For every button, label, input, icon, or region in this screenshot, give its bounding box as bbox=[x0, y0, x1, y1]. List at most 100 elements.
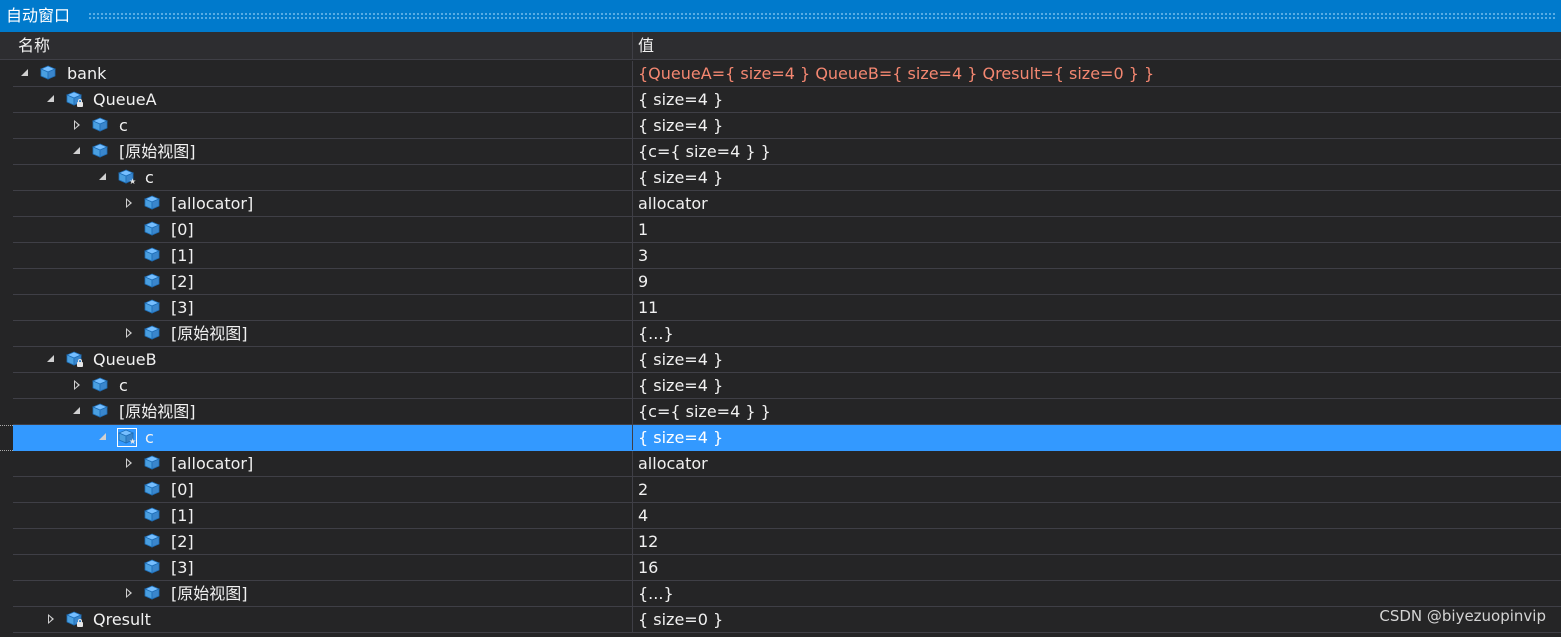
tree-row[interactable]: c { size=4 } bbox=[0, 113, 1561, 139]
row-gutter bbox=[0, 269, 13, 295]
expanded-arrow-icon[interactable] bbox=[72, 146, 82, 156]
tree-row[interactable]: [原始视图] {c={ size=4 } } bbox=[0, 139, 1561, 165]
name-cell[interactable]: [0] bbox=[13, 477, 632, 502]
expanded-arrow-icon[interactable] bbox=[46, 94, 56, 104]
value-cell[interactable]: {c={ size=4 } } bbox=[632, 399, 1561, 424]
expanded-arrow-icon[interactable] bbox=[98, 172, 108, 182]
tree-row[interactable]: [3] 16 bbox=[0, 555, 1561, 581]
collapsed-arrow-icon[interactable] bbox=[72, 380, 82, 390]
tree-row[interactable]: [allocator] allocator bbox=[0, 191, 1561, 217]
value-cell[interactable]: 4 bbox=[632, 503, 1561, 528]
value-cell[interactable]: 3 bbox=[632, 243, 1561, 268]
expanded-arrow-icon[interactable] bbox=[20, 68, 30, 78]
value-cell[interactable]: { size=4 } bbox=[632, 347, 1561, 372]
tree-row[interactable]: c { size=4 } bbox=[0, 373, 1561, 399]
value-cell[interactable]: 9 bbox=[632, 269, 1561, 294]
variable-name: c bbox=[119, 116, 128, 135]
collapsed-arrow-icon[interactable] bbox=[46, 614, 56, 624]
collapsed-arrow-icon[interactable] bbox=[124, 328, 134, 338]
name-cell[interactable]: c bbox=[13, 373, 632, 398]
value-cell[interactable]: allocator bbox=[632, 451, 1561, 476]
tree-row[interactable]: [2] 9 bbox=[0, 269, 1561, 295]
value-cell[interactable]: 1 bbox=[632, 217, 1561, 242]
autos-window-titlebar[interactable]: 自动窗口 bbox=[0, 0, 1561, 32]
variable-name: [1] bbox=[171, 246, 194, 265]
tree-row[interactable]: [allocator] allocator bbox=[0, 451, 1561, 477]
name-cell[interactable]: [原始视图] bbox=[13, 399, 632, 424]
value-cell[interactable]: {c={ size=4 } } bbox=[632, 139, 1561, 164]
tree-row[interactable]: bank {QueueA={ size=4 } QueueB={ size=4 }… bbox=[0, 61, 1561, 87]
tree-row[interactable]: QueueB { size=4 } bbox=[0, 347, 1561, 373]
name-cell[interactable]: [原始视图] bbox=[13, 321, 632, 346]
name-cell[interactable]: QueueA bbox=[13, 87, 632, 112]
name-cell[interactable]: [3] bbox=[13, 295, 632, 320]
field-icon bbox=[143, 559, 162, 576]
name-cell[interactable]: c bbox=[13, 113, 632, 138]
value-cell[interactable]: allocator bbox=[632, 191, 1561, 216]
row-gutter bbox=[0, 581, 13, 607]
collapsed-arrow-icon[interactable] bbox=[124, 588, 134, 598]
tree-row[interactable]: ★ c{ size=4 } bbox=[0, 425, 1561, 451]
expanded-arrow-icon[interactable] bbox=[46, 354, 56, 364]
row-gutter bbox=[0, 451, 13, 477]
name-cell[interactable]: [0] bbox=[13, 217, 632, 242]
tree-row[interactable]: QueueA { size=4 } bbox=[0, 87, 1561, 113]
name-cell[interactable]: QueueB bbox=[13, 347, 632, 372]
titlebar-grip[interactable] bbox=[88, 12, 1557, 20]
value-cell[interactable]: 16 bbox=[632, 555, 1561, 580]
variable-name: [0] bbox=[171, 480, 194, 499]
name-cell[interactable]: [2] bbox=[13, 529, 632, 554]
value-cell[interactable]: {...} bbox=[632, 321, 1561, 346]
value-cell[interactable]: { size=4 } bbox=[632, 373, 1561, 398]
field-icon bbox=[143, 481, 162, 498]
tree-row[interactable]: [0] 2 bbox=[0, 477, 1561, 503]
expanded-arrow-icon[interactable] bbox=[72, 406, 82, 416]
tree-row[interactable]: [1] 3 bbox=[0, 243, 1561, 269]
column-header-name[interactable]: 名称 bbox=[18, 32, 50, 60]
name-cell[interactable]: [1] bbox=[13, 243, 632, 268]
field-icon bbox=[65, 351, 84, 368]
tree-row[interactable]: [3] 11 bbox=[0, 295, 1561, 321]
name-cell[interactable]: [原始视图] bbox=[13, 139, 632, 164]
tree-row[interactable]: [2] 12 bbox=[0, 529, 1561, 555]
name-cell[interactable]: ★ c bbox=[13, 165, 632, 190]
collapsed-arrow-icon[interactable] bbox=[72, 120, 82, 130]
value-cell[interactable]: 11 bbox=[632, 295, 1561, 320]
row-gutter bbox=[0, 477, 13, 503]
tree-row[interactable]: [0] 1 bbox=[0, 217, 1561, 243]
tree-row[interactable]: Qresult{ size=0 } bbox=[0, 607, 1561, 633]
field-icon bbox=[143, 507, 162, 524]
value-cell[interactable]: { size=4 } bbox=[632, 87, 1561, 112]
value-cell[interactable]: { size=4 } bbox=[632, 425, 1561, 450]
name-cell[interactable]: [3] bbox=[13, 555, 632, 580]
name-cell[interactable]: [1] bbox=[13, 503, 632, 528]
value-cell[interactable]: { size=4 } bbox=[632, 113, 1561, 138]
name-cell[interactable]: bank bbox=[13, 61, 632, 86]
name-cell[interactable]: [原始视图] bbox=[13, 581, 632, 606]
name-cell[interactable]: ★ c bbox=[13, 425, 632, 450]
tree-row[interactable]: [1] 4 bbox=[0, 503, 1561, 529]
variable-name: Qresult bbox=[93, 610, 151, 629]
value-cell[interactable]: {QueueA={ size=4 } QueueB={ size=4 } Qre… bbox=[632, 61, 1561, 86]
name-cell[interactable]: [2] bbox=[13, 269, 632, 294]
tree-row[interactable]: ★ c{ size=4 } bbox=[0, 165, 1561, 191]
row-gutter bbox=[0, 555, 13, 581]
tree-row[interactable]: [原始视图] {c={ size=4 } } bbox=[0, 399, 1561, 425]
name-cell[interactable]: [allocator] bbox=[13, 191, 632, 216]
tree-row[interactable]: [原始视图] {...} bbox=[0, 321, 1561, 347]
expanded-arrow-icon[interactable] bbox=[98, 432, 108, 442]
variable-name: [原始视图] bbox=[171, 584, 248, 603]
column-splitter[interactable] bbox=[632, 32, 633, 60]
variable-name: c bbox=[119, 376, 128, 395]
value-cell[interactable]: {...} bbox=[632, 581, 1561, 606]
name-cell[interactable]: Qresult bbox=[13, 607, 632, 632]
value-cell[interactable]: 2 bbox=[632, 477, 1561, 502]
collapsed-arrow-icon[interactable] bbox=[124, 198, 134, 208]
tree-row[interactable]: [原始视图] {...} bbox=[0, 581, 1561, 607]
value-cell[interactable]: { size=4 } bbox=[632, 165, 1561, 190]
collapsed-arrow-icon[interactable] bbox=[124, 458, 134, 468]
name-cell[interactable]: [allocator] bbox=[13, 451, 632, 476]
field-icon bbox=[143, 455, 162, 472]
column-header-value[interactable]: 值 bbox=[638, 32, 654, 60]
value-cell[interactable]: 12 bbox=[632, 529, 1561, 554]
